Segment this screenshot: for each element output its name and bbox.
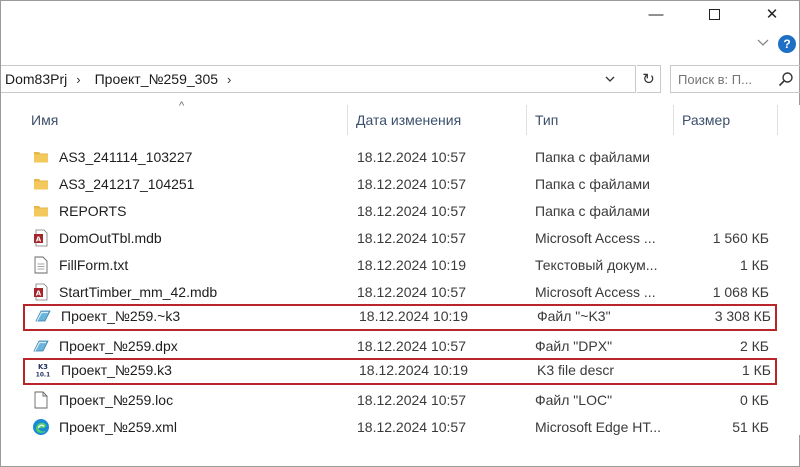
file-type: Папка с файлами <box>535 148 650 165</box>
folder-icon <box>32 143 50 170</box>
search-input[interactable] <box>678 71 773 87</box>
search-icon <box>778 72 793 87</box>
file-type: Microsoft Access ... <box>535 229 656 246</box>
file-size <box>683 143 769 170</box>
file-type: Файл "~K3" <box>537 307 611 324</box>
file-size: 3 308 КБ <box>714 307 771 324</box>
address-history-chevron-icon[interactable] <box>601 66 619 92</box>
file-modified-date: 18.12.2024 10:19 <box>357 256 466 273</box>
file-modified-date: 18.12.2024 10:57 <box>357 391 466 408</box>
file-modified-date: 18.12.2024 10:57 <box>357 148 466 165</box>
file-type: Текстовый докум... <box>535 256 658 273</box>
file-type: Файл "LOC" <box>535 391 613 408</box>
close-button[interactable]: ✕ <box>749 1 795 27</box>
file-row[interactable]: AS3_241114_103227 18.12.2024 10:57 Папка с… <box>23 143 777 170</box>
file-modified-date: 18.12.2024 10:19 <box>359 307 468 324</box>
help-button[interactable]: ? <box>778 35 796 53</box>
file-row[interactable]: Проект_№259.dpx 18.12.2024 10:57 Файл "DPX… <box>23 332 777 359</box>
file-size: 1 КБ <box>739 256 769 273</box>
column-header-date[interactable]: Дата изменения <box>348 107 526 133</box>
column-header-size[interactable]: Размер <box>674 107 777 133</box>
k3-app-icon: K3 10.1 <box>34 358 52 381</box>
file-type: Папка с файлами <box>535 202 650 219</box>
file-row[interactable]: Проект_№259.~k3 18.12.2024 10:19 Файл "~K3… <box>23 304 777 331</box>
file-modified-date: 18.12.2024 10:57 <box>357 418 466 435</box>
breadcrumb-separator-icon[interactable]: › <box>76 72 80 87</box>
svg-text:A: A <box>36 235 42 243</box>
file-type: Папка с файлами <box>535 175 650 192</box>
breadcrumb-separator-icon[interactable]: › <box>227 72 231 87</box>
file-name[interactable]: Проект_№259.loc <box>59 386 347 413</box>
vertical-scrollbar[interactable] <box>778 105 800 435</box>
address-bar[interactable]: Dom83Prj › Проект_№259_305 › <box>1 65 636 93</box>
file-size: 0 КБ <box>739 391 769 408</box>
file-name[interactable]: AS3_241114_103227 <box>59 143 347 170</box>
file-row[interactable]: A DomOutTbl.mdb 18.12.2024 10:57 Microsoft … <box>23 224 777 251</box>
file-modified-date: 18.12.2024 10:57 <box>357 337 466 354</box>
explorer-window: — ✕ ? Dom83Prj › Проект_№259_305 › ↻ ^ И… <box>0 0 800 467</box>
file-name[interactable]: StartTimber_mm_42.mdb <box>59 278 347 305</box>
file-size <box>683 170 769 197</box>
breadcrumb-item[interactable]: Dom83Prj <box>1 71 67 87</box>
file-row[interactable]: Проект_№259.loc 18.12.2024 10:57 Файл "LOC… <box>23 386 777 413</box>
file-modified-date: 18.12.2024 10:57 <box>357 283 466 300</box>
maximize-button[interactable] <box>691 1 737 27</box>
file-name[interactable]: REPORTS <box>59 197 347 224</box>
file-name[interactable]: DomOutTbl.mdb <box>59 224 347 251</box>
refresh-button[interactable]: ↻ <box>637 65 661 93</box>
file-size <box>683 197 769 224</box>
k3-project-icon <box>32 332 50 359</box>
svg-text:K3: K3 <box>38 363 48 371</box>
file-modified-date: 18.12.2024 10:57 <box>357 175 466 192</box>
file-name[interactable]: Проект_№259.~k3 <box>61 304 349 327</box>
text-file-icon <box>32 251 50 278</box>
svg-text:A: A <box>36 289 42 297</box>
column-header-type[interactable]: Тип <box>527 107 673 133</box>
breadcrumb-item-current[interactable]: Проект_№259_305 <box>91 71 218 87</box>
file-modified-date: 18.12.2024 10:19 <box>359 361 468 378</box>
file-type: K3 file descr <box>537 361 615 378</box>
access-db-icon: A <box>32 278 50 305</box>
access-db-icon: A <box>32 224 50 251</box>
file-row[interactable]: REPORTS 18.12.2024 10:57 Папка с файлами <box>23 197 777 224</box>
column-header-name[interactable]: Имя <box>23 107 347 133</box>
file-modified-date: 18.12.2024 10:57 <box>357 229 466 246</box>
file-name[interactable]: Проект_№259.k3 <box>61 358 349 381</box>
folder-icon <box>32 197 50 224</box>
file-row[interactable]: AS3_241217_104251 18.12.2024 10:57 Папка с… <box>23 170 777 197</box>
file-row[interactable]: K3 10.1 Проект_№259.k3 18.12.2024 10:19 K3 f… <box>23 358 777 385</box>
maximize-icon <box>708 8 720 20</box>
search-box[interactable] <box>670 65 800 93</box>
file-row[interactable]: FillForm.txt 18.12.2024 10:19 Текстовый до… <box>23 251 777 278</box>
svg-text:10.1: 10.1 <box>36 372 50 378</box>
blank-file-icon <box>32 386 50 413</box>
file-name[interactable]: Проект_№259.dpx <box>59 332 347 359</box>
file-name[interactable]: FillForm.txt <box>59 251 347 278</box>
file-size: 2 КБ <box>739 337 769 354</box>
k3-project-icon <box>34 304 52 327</box>
expand-ribbon-chevron-icon[interactable] <box>756 35 770 49</box>
file-size: 51 КБ <box>732 418 769 435</box>
file-type: Microsoft Edge HT... <box>535 418 662 435</box>
refresh-icon: ↻ <box>642 71 655 88</box>
file-type: Microsoft Access ... <box>535 283 656 300</box>
file-row[interactable]: A StartTimber_mm_42.mdb 18.12.2024 10:57 Mi… <box>23 278 777 305</box>
file-modified-date: 18.12.2024 10:57 <box>357 202 466 219</box>
file-size: 1 КБ <box>741 361 771 378</box>
file-size: 1 560 КБ <box>712 229 769 246</box>
edge-icon <box>32 413 50 440</box>
file-name[interactable]: Проект_№259.xml <box>59 413 347 440</box>
file-name[interactable]: AS3_241217_104251 <box>59 170 347 197</box>
file-size: 1 068 КБ <box>712 283 769 300</box>
folder-icon <box>32 170 50 197</box>
file-row[interactable]: Проект_№259.xml 18.12.2024 10:57 Microsoft… <box>23 413 777 440</box>
file-type: Файл "DPX" <box>535 337 613 354</box>
minimize-button[interactable]: — <box>633 1 679 27</box>
